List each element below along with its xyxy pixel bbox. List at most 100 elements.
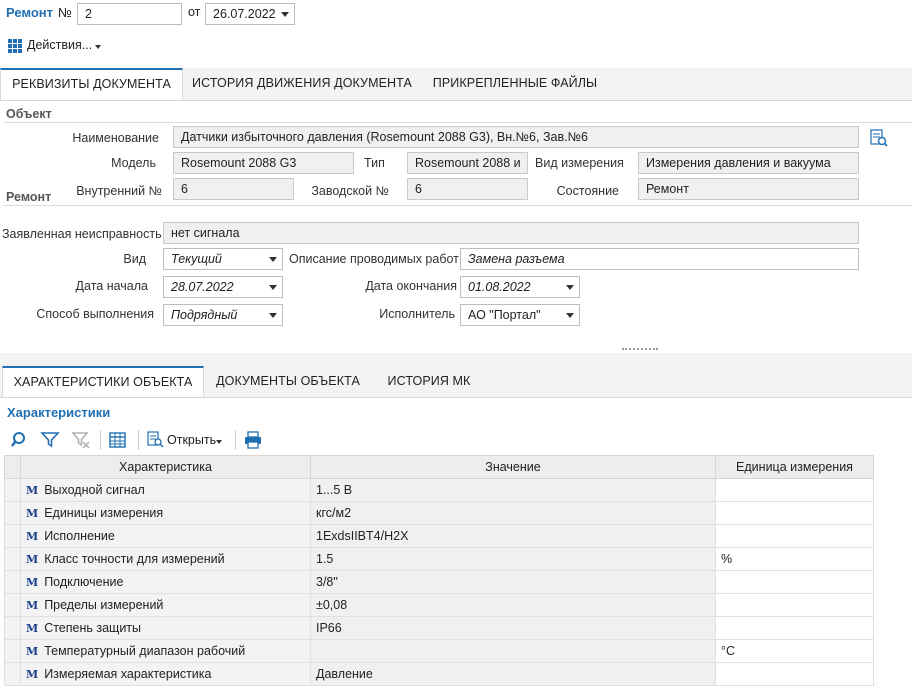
- open-button[interactable]: Открыть: [147, 430, 227, 450]
- chevron-down-icon: [269, 257, 277, 262]
- characteristic-cell[interactable]: M Степень защиты: [20, 616, 311, 640]
- value-cell[interactable]: [310, 639, 716, 663]
- print-icon[interactable]: [243, 430, 263, 450]
- column-header-characteristic[interactable]: Характеристика: [20, 455, 311, 479]
- characteristic-name: Единицы измерения: [44, 506, 164, 520]
- metadata-marker-icon: M: [26, 507, 39, 520]
- caret-down-icon: [216, 440, 222, 444]
- tab-history[interactable]: ИСТОРИЯ ДВИЖЕНИЯ ДОКУМЕНТА: [187, 68, 417, 100]
- row-indicator: [4, 501, 21, 525]
- type-label: Тип: [364, 156, 385, 170]
- column-header-unit[interactable]: Единица измерения: [715, 455, 874, 479]
- characteristic-name: Выходной сигнал: [44, 483, 145, 497]
- table-header-row: Характеристика Значение Единица измерени…: [4, 455, 874, 479]
- unit-cell[interactable]: [715, 616, 874, 640]
- unit-cell[interactable]: [715, 478, 874, 502]
- repair-section-title: Ремонт: [6, 190, 52, 204]
- end-date-select[interactable]: 01.08.2022: [460, 276, 580, 298]
- table-row[interactable]: M Выходной сигнал 1...5 В: [4, 478, 874, 502]
- unit-cell[interactable]: %: [715, 547, 874, 571]
- start-date-value: 28.07.2022: [171, 280, 234, 294]
- characteristic-name: Температурный диапазон рабочий: [44, 644, 246, 658]
- table-row[interactable]: M Степень защиты IP66: [4, 616, 874, 640]
- value-cell[interactable]: Давление: [310, 662, 716, 686]
- characteristic-cell[interactable]: M Пределы измерений: [20, 593, 311, 617]
- state-label: Состояние: [556, 184, 619, 198]
- model-field[interactable]: Rosemount 2088 G3: [173, 152, 354, 174]
- executor-select[interactable]: АО "Портал": [460, 304, 580, 326]
- value-cell[interactable]: IP66: [310, 616, 716, 640]
- tab-mk-history[interactable]: ИСТОРИЯ МК: [375, 366, 483, 397]
- work-description-field[interactable]: Замена разъема: [460, 248, 859, 270]
- date-select[interactable]: 26.07.2022: [205, 3, 295, 25]
- kind-label: Вид: [123, 252, 146, 266]
- characteristic-cell[interactable]: M Исполнение: [20, 524, 311, 548]
- table-row[interactable]: M Единицы измерения кгс/м2: [4, 501, 874, 525]
- tab-attached-files[interactable]: ПРИКРЕПЛЕННЫЕ ФАЙЛЫ: [420, 68, 610, 100]
- table-settings-icon[interactable]: [108, 430, 128, 450]
- row-indicator: [4, 639, 21, 663]
- measure-type-label: Вид измерения: [535, 156, 624, 170]
- open-card-icon[interactable]: [870, 129, 888, 147]
- unit-cell[interactable]: [715, 501, 874, 525]
- fault-field[interactable]: нет сигнала: [163, 222, 859, 244]
- method-select[interactable]: Подрядный: [163, 304, 283, 326]
- tab-requisites[interactable]: РЕКВИЗИТЫ ДОКУМЕНТА: [0, 68, 183, 100]
- value-cell[interactable]: кгс/м2: [310, 501, 716, 525]
- characteristic-cell[interactable]: M Класс точности для измерений: [20, 547, 311, 571]
- value-cell[interactable]: 1.5: [310, 547, 716, 571]
- row-indicator: [4, 524, 21, 548]
- executor-value: АО "Портал": [468, 308, 541, 322]
- metadata-marker-icon: M: [26, 599, 39, 612]
- number-input[interactable]: 2: [77, 3, 182, 25]
- kind-select[interactable]: Текущий: [163, 248, 283, 270]
- unit-cell[interactable]: [715, 570, 874, 594]
- work-description-label: Описание проводимых работ: [289, 252, 459, 266]
- start-date-select[interactable]: 28.07.2022: [163, 276, 283, 298]
- chevron-down-icon: [269, 313, 277, 318]
- chevron-down-icon: [566, 285, 574, 290]
- table-row[interactable]: M Подключение 3/8": [4, 570, 874, 594]
- table-row[interactable]: M Температурный диапазон рабочий °С: [4, 639, 874, 663]
- value-cell[interactable]: 1ExdsIIBT4/H2X: [310, 524, 716, 548]
- column-header-indicator: [4, 455, 21, 479]
- measure-type-field[interactable]: Измерения давления и вакуума: [638, 152, 859, 174]
- value-cell[interactable]: ±0,08: [310, 593, 716, 617]
- filter-icon[interactable]: [40, 430, 60, 450]
- characteristic-cell[interactable]: M Единицы измерения: [20, 501, 311, 525]
- table-row[interactable]: M Измеряемая характеристика Давление: [4, 662, 874, 686]
- column-header-value[interactable]: Значение: [310, 455, 716, 479]
- metadata-marker-icon: M: [26, 576, 39, 589]
- open-label: Открыть: [167, 433, 217, 447]
- tab-object-documents[interactable]: ДОКУМЕНТЫ ОБЪЕКТА: [208, 366, 368, 397]
- metadata-marker-icon: M: [26, 484, 39, 497]
- internal-number-field[interactable]: 6: [173, 178, 294, 200]
- tab-object-characteristics[interactable]: ХАРАКТЕРИСТИКИ ОБЪЕКТА: [2, 366, 204, 397]
- characteristics-title: Характеристики: [7, 405, 111, 420]
- state-field[interactable]: Ремонт: [638, 178, 859, 200]
- value-cell[interactable]: 3/8": [310, 570, 716, 594]
- characteristic-cell[interactable]: M Подключение: [20, 570, 311, 594]
- unit-cell[interactable]: °С: [715, 639, 874, 663]
- unit-cell[interactable]: [715, 524, 874, 548]
- search-icon[interactable]: [10, 430, 30, 450]
- table-row[interactable]: M Класс точности для измерений 1.5%: [4, 547, 874, 571]
- characteristic-cell[interactable]: M Измеряемая характеристика: [20, 662, 311, 686]
- name-field[interactable]: Датчики избыточного давления (Rosemount …: [173, 126, 859, 148]
- open-record-icon: [147, 431, 164, 448]
- unit-cell[interactable]: [715, 593, 874, 617]
- characteristic-name: Класс точности для измерений: [44, 552, 225, 566]
- table-row[interactable]: M Исполнение 1ExdsIIBT4/H2X: [4, 524, 874, 548]
- characteristic-cell[interactable]: M Температурный диапазон рабочий: [20, 639, 311, 663]
- factory-number-field[interactable]: 6: [407, 178, 528, 200]
- unit-cell[interactable]: [715, 662, 874, 686]
- characteristic-cell[interactable]: M Выходной сигнал: [20, 478, 311, 502]
- table-row[interactable]: M Пределы измерений ±0,08: [4, 593, 874, 617]
- chevron-down-icon: [269, 285, 277, 290]
- characteristic-name: Степень защиты: [44, 621, 142, 635]
- value-cell[interactable]: 1...5 В: [310, 478, 716, 502]
- chevron-down-icon: [566, 313, 574, 318]
- type-field[interactable]: Rosemount 2088 и: [407, 152, 528, 174]
- clear-filter-icon[interactable]: [71, 430, 91, 450]
- row-indicator: [4, 547, 21, 571]
